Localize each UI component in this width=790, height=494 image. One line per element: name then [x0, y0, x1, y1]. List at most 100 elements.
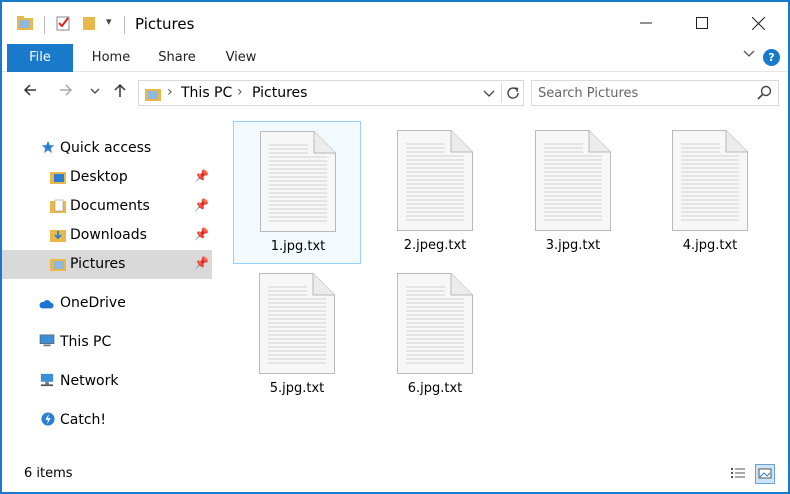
- file-item-1[interactable]: 1.jpg.txt: [233, 121, 361, 264]
- cloud-icon: [39, 300, 54, 309]
- documents-folder-icon: [50, 199, 66, 213]
- maximize-button[interactable]: [674, 2, 730, 44]
- refresh-icon[interactable]: [505, 85, 521, 101]
- navigation-pane: Quick access Desktop 📌 Documents 📌 Downl…: [2, 114, 214, 454]
- up-button[interactable]: [112, 82, 128, 103]
- minimize-button[interactable]: [618, 2, 674, 44]
- sidebar-item-label: Downloads: [70, 227, 147, 243]
- file-name: 4.jpg.txt: [682, 238, 738, 253]
- text-document-icon: [397, 130, 473, 231]
- desktop-folder-icon: [50, 172, 66, 184]
- sidebar-item-label: OneDrive: [60, 295, 126, 311]
- tab-share[interactable]: Share: [152, 44, 202, 72]
- back-button[interactable]: [22, 82, 38, 103]
- details-view-button[interactable]: [728, 464, 748, 484]
- app-folder-icon[interactable]: [16, 14, 34, 32]
- title-separator: [44, 16, 45, 34]
- pin-icon[interactable]: 📌: [194, 198, 209, 212]
- tab-home[interactable]: Home: [86, 44, 136, 72]
- breadcrumb-pictures[interactable]: Pictures: [252, 85, 307, 101]
- sidebar-item-pictures[interactable]: Pictures 📌: [2, 250, 212, 279]
- file-item-2[interactable]: 2.jpeg.txt: [371, 121, 499, 264]
- file-item-6[interactable]: 6.jpg.txt: [371, 264, 499, 407]
- breadcrumb-separator-icon: ›: [237, 84, 243, 100]
- sidebar-item-desktop[interactable]: Desktop 📌: [2, 163, 212, 192]
- ribbon-tabs: File Home Share View ?: [2, 44, 788, 72]
- close-icon: [751, 16, 765, 30]
- expand-ribbon-chevron-icon[interactable]: [742, 47, 756, 65]
- star-icon: [41, 140, 55, 154]
- text-document-icon: [397, 273, 473, 374]
- downloads-folder-icon: [50, 230, 66, 242]
- pin-icon[interactable]: 📌: [194, 227, 209, 241]
- chevron-down-icon: [90, 88, 100, 94]
- file-name: 2.jpeg.txt: [403, 238, 467, 253]
- sidebar-item-label: This PC: [60, 334, 112, 350]
- sidebar-item-downloads[interactable]: Downloads 📌: [2, 221, 212, 250]
- title-bar: ▾ Pictures: [2, 2, 788, 44]
- search-icon[interactable]: [756, 85, 772, 101]
- sidebar-item-label: Pictures: [70, 256, 126, 272]
- new-folder-icon[interactable]: [82, 14, 96, 32]
- sidebar-item-quick-access[interactable]: Quick access: [2, 134, 212, 163]
- address-history-chevron-icon[interactable]: [483, 89, 495, 99]
- tab-file[interactable]: File: [7, 44, 73, 72]
- pin-icon[interactable]: 📌: [194, 169, 209, 183]
- maximize-icon: [696, 17, 708, 29]
- file-name: 3.jpg.txt: [545, 238, 601, 253]
- sidebar-item-label: Documents: [70, 198, 150, 214]
- sidebar-item-catch[interactable]: Catch!: [2, 406, 212, 435]
- file-item-5[interactable]: 5.jpg.txt: [233, 264, 361, 407]
- large-icons-view-button[interactable]: [755, 464, 775, 484]
- help-icon[interactable]: ?: [763, 49, 780, 66]
- sidebar-item-network[interactable]: Network: [2, 367, 212, 396]
- file-item-4[interactable]: 4.jpg.txt: [646, 121, 774, 264]
- tab-view[interactable]: View: [216, 44, 266, 72]
- sidebar-item-label: Network: [60, 373, 119, 389]
- sidebar-item-label: Catch!: [60, 412, 107, 428]
- sidebar-item-label: Desktop: [70, 169, 128, 185]
- sidebar-item-onedrive[interactable]: OneDrive: [2, 289, 212, 318]
- breadcrumb-separator-icon: ›: [167, 84, 173, 100]
- customize-toolbar-chevron-icon[interactable]: ▾: [106, 15, 112, 28]
- navigation-bar: › This PC › Pictures: [2, 72, 788, 114]
- search-input[interactable]: [538, 84, 748, 102]
- pin-icon[interactable]: 📌: [194, 256, 209, 270]
- status-bar: 6 items: [2, 454, 788, 492]
- text-document-icon: [260, 131, 336, 232]
- file-name: 1.jpg.txt: [270, 239, 326, 254]
- sidebar-item-label: Quick access: [60, 140, 152, 156]
- text-document-icon: [535, 130, 611, 231]
- file-list: 1.jpg.txt 2.jpeg.txt 3.jpg.txt 4.jpg.txt…: [214, 114, 786, 454]
- catch-icon: [41, 412, 55, 426]
- text-document-icon: [672, 130, 748, 231]
- address-divider: [501, 83, 502, 103]
- recent-locations-button[interactable]: [90, 83, 100, 103]
- item-count: 6 items: [24, 466, 73, 481]
- minimize-icon: [640, 22, 652, 24]
- breadcrumb-this-pc[interactable]: This PC: [181, 85, 232, 101]
- network-icon: [40, 373, 54, 387]
- back-arrow-icon: [23, 84, 36, 96]
- large-icons-view-icon: [758, 468, 772, 479]
- window-title: Pictures: [135, 15, 195, 33]
- explorer-window: ▾ Pictures File Home Share View ? › This…: [0, 0, 790, 494]
- address-bar[interactable]: › This PC › Pictures: [138, 80, 524, 106]
- sidebar-item-documents[interactable]: Documents 📌: [2, 192, 212, 221]
- pictures-folder-icon: [145, 89, 161, 101]
- computer-icon: [39, 334, 55, 347]
- search-box[interactable]: [531, 80, 779, 106]
- text-document-icon: [259, 273, 335, 374]
- properties-icon[interactable]: [55, 14, 72, 32]
- details-view-icon: [731, 468, 745, 478]
- title-separator-2: [124, 16, 125, 34]
- file-item-3[interactable]: 3.jpg.txt: [509, 121, 637, 264]
- forward-button[interactable]: [58, 82, 74, 103]
- pictures-folder-icon: [50, 259, 66, 271]
- sidebar-item-this-pc[interactable]: This PC: [2, 328, 212, 357]
- file-name: 6.jpg.txt: [407, 381, 463, 396]
- up-arrow-icon: [114, 83, 126, 97]
- file-name: 5.jpg.txt: [269, 381, 325, 396]
- close-button[interactable]: [730, 2, 786, 44]
- forward-arrow-icon: [60, 84, 73, 96]
